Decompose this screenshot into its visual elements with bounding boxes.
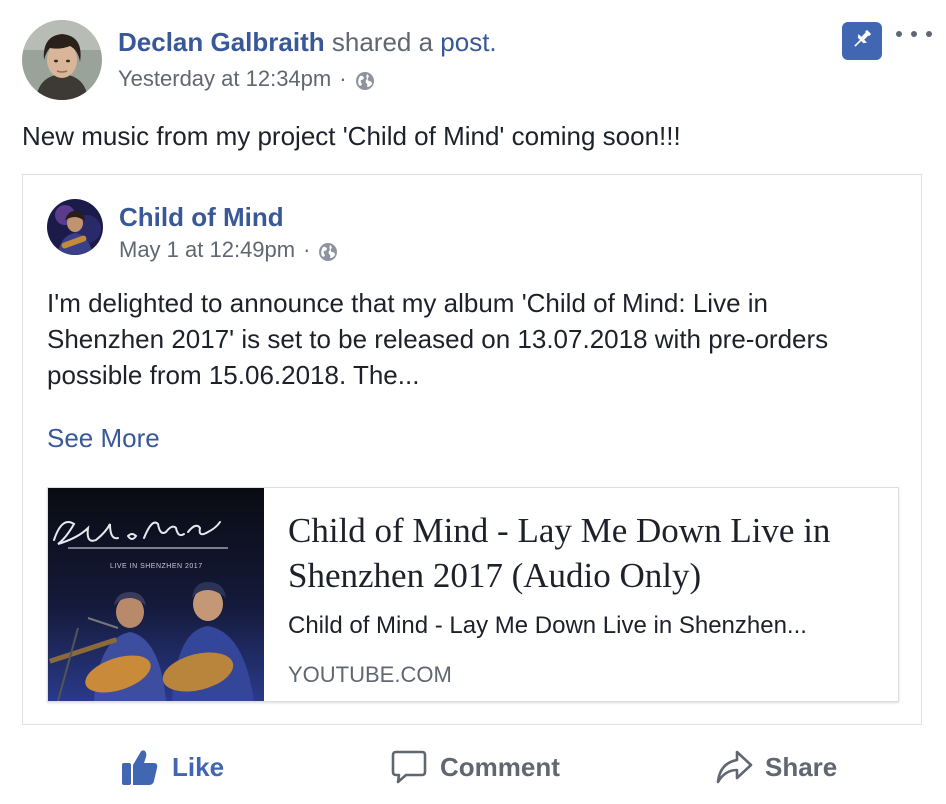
- comment-button[interactable]: Comment: [390, 742, 560, 792]
- globe-icon[interactable]: [318, 240, 338, 261]
- more-options-button[interactable]: [896, 24, 932, 44]
- see-more-link[interactable]: See More: [47, 421, 160, 455]
- link-domain: YOUTUBE.COM: [288, 662, 452, 687]
- shared-author-name-link[interactable]: Child of Mind: [119, 201, 284, 233]
- like-button[interactable]: Like: [120, 742, 224, 792]
- pin-icon: [850, 27, 874, 56]
- link-description: Child of Mind - Lay Me Down Live in Shen…: [288, 612, 807, 639]
- feed-post: Declan Galbraith shared a post. Yesterda…: [0, 0, 946, 804]
- globe-icon[interactable]: [355, 69, 375, 90]
- post-action-bar: Like Comment Share: [0, 742, 946, 792]
- shared-author-avatar[interactable]: [47, 199, 103, 255]
- link-preview-card[interactable]: LIVE IN SHENZHEN 2017 Child of Mind - La…: [47, 487, 899, 702]
- link-preview-body[interactable]: Child of Mind - Lay Me Down Live in Shen…: [264, 488, 898, 701]
- shared-post-meta: May 1 at 12:49pm ·: [119, 235, 338, 265]
- author-avatar[interactable]: [22, 20, 102, 100]
- like-label: Like: [172, 751, 225, 782]
- thumbs-up-icon: [122, 750, 158, 785]
- post-timestamp[interactable]: Yesterday at 12:34pm: [118, 64, 331, 94]
- more-options-icon: [896, 31, 902, 37]
- video-thumbnail[interactable]: LIVE IN SHENZHEN 2017: [48, 488, 264, 701]
- meta-separator: ·: [339, 66, 347, 91]
- meta-separator: ·: [303, 237, 311, 262]
- more-options-icon: [911, 31, 917, 37]
- shared-label: shared a: [331, 27, 434, 57]
- author-name-link[interactable]: Declan Galbraith: [118, 27, 325, 57]
- comment-label: Comment: [440, 751, 560, 782]
- link-title[interactable]: Child of Mind - Lay Me Down Live in Shen…: [288, 508, 876, 598]
- shared-post-timestamp[interactable]: May 1 at 12:49pm: [119, 235, 295, 265]
- share-button[interactable]: Share: [715, 742, 837, 792]
- shared-post-link[interactable]: post.: [440, 27, 496, 57]
- post-header-line: Declan Galbraith shared a post.: [118, 26, 497, 58]
- shared-post-card: Child of Mind May 1 at 12:49pm · I'm del…: [22, 174, 922, 725]
- thumbnail-subtitle: LIVE IN SHENZHEN 2017: [110, 563, 203, 570]
- share-label: Share: [765, 751, 838, 782]
- share-icon: [716, 750, 753, 784]
- shared-post-text: I'm delighted to announce that my album …: [47, 288, 829, 390]
- pin-button[interactable]: [842, 22, 882, 60]
- more-options-icon: [926, 31, 932, 37]
- post-text: New music from my project 'Child of Mind…: [22, 121, 681, 151]
- post-meta: Yesterday at 12:34pm ·: [118, 64, 375, 94]
- comment-icon: [391, 750, 427, 784]
